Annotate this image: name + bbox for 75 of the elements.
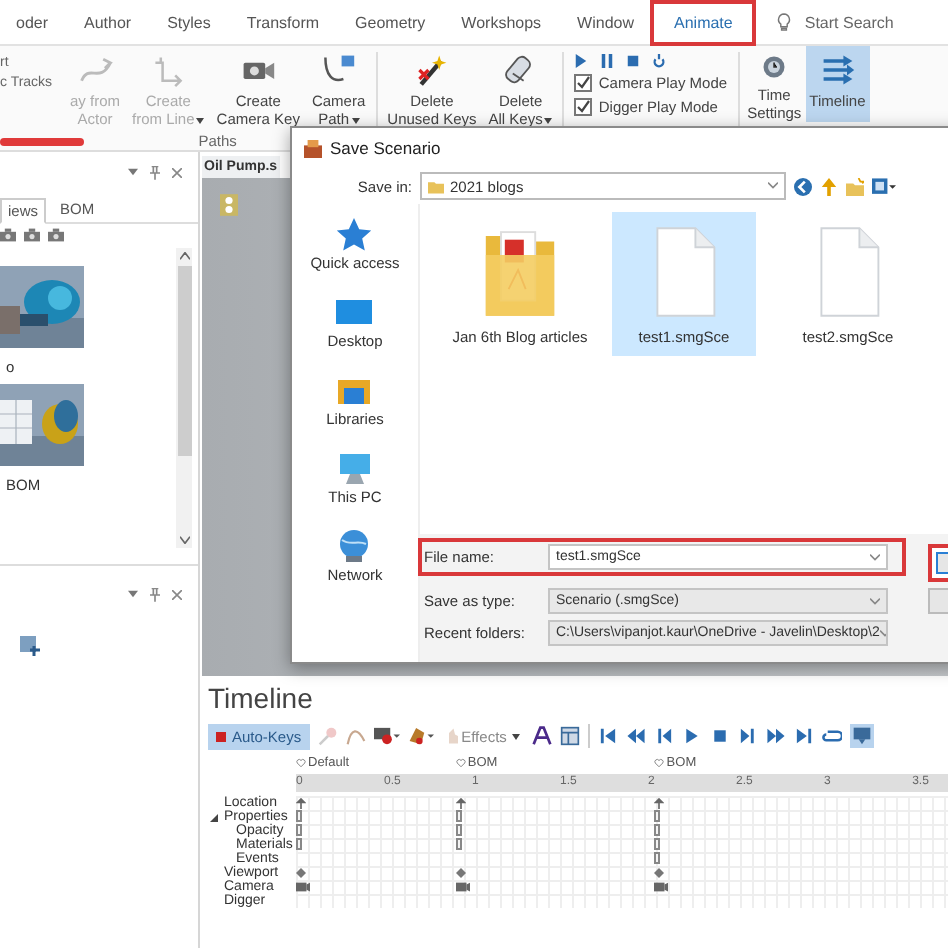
keyframe-diamond-icon[interactable]: [455, 868, 466, 878]
camera-icon[interactable]: [0, 228, 16, 242]
keyframe-camera-icon[interactable]: [654, 882, 669, 892]
keyframe-camera-icon[interactable]: [296, 882, 310, 892]
menu-tab[interactable]: Window: [561, 7, 650, 37]
chevron-icon: [768, 182, 778, 190]
lightbulb-icon: [776, 12, 793, 32]
menu-tab[interactable]: Animate: [654, 3, 753, 41]
computer-icon[interactable]: [334, 450, 375, 486]
menu-tab[interactable]: Transform: [230, 7, 336, 37]
pause-icon[interactable]: [600, 54, 615, 68]
arrows-icon: [819, 52, 856, 88]
playback-icon[interactable]: [738, 726, 759, 746]
dropdown-icon[interactable]: [128, 168, 138, 176]
wand-icon: [413, 52, 450, 88]
camera-icon[interactable]: [48, 228, 64, 242]
menu-tab[interactable]: Author: [68, 7, 148, 37]
star-icon[interactable]: [334, 216, 375, 252]
keyframe-camera-icon[interactable]: [455, 882, 470, 892]
playback-icon[interactable]: [654, 726, 675, 746]
chevron-icon: [870, 553, 880, 561]
keyframe-pin-icon[interactable]: [654, 798, 665, 810]
keyframe-pin-icon[interactable]: [455, 798, 466, 810]
menu-tab[interactable]: Geometry: [339, 7, 442, 37]
playback-icon[interactable]: [626, 726, 647, 746]
menu-tab[interactable]: oder: [0, 7, 65, 37]
view-menu-icon[interactable]: [872, 177, 896, 195]
add-item-icon[interactable]: [20, 636, 40, 656]
chevron-icon: [879, 629, 886, 637]
search-field[interactable]: Start Search: [800, 11, 929, 33]
loop-icon[interactable]: [652, 54, 667, 68]
scroll-up-icon[interactable]: [179, 252, 189, 260]
dropdown-icon[interactable]: [128, 590, 138, 598]
playback-icon[interactable]: [710, 726, 731, 746]
keyframe-diamond-icon[interactable]: [654, 868, 665, 878]
pin-icon[interactable]: [150, 587, 160, 601]
table-icon[interactable]: [560, 726, 581, 746]
close-icon[interactable]: [172, 167, 182, 177]
playback-icon[interactable]: [794, 726, 815, 746]
scrollbar[interactable]: [176, 248, 192, 548]
scenario-icon: [304, 139, 322, 157]
menu-tab[interactable]: Styles: [151, 7, 227, 37]
checkbox[interactable]: [574, 98, 593, 116]
filter-toggle[interactable]: [850, 724, 875, 748]
expand-triangle-icon[interactable]: [210, 814, 218, 822]
loop-icon[interactable]: [822, 726, 843, 746]
playback-icon[interactable]: [598, 726, 619, 746]
checkbox[interactable]: [574, 74, 593, 92]
hand-icon: [445, 728, 458, 744]
menu-tab[interactable]: Workshops: [445, 7, 558, 37]
back-icon[interactable]: [794, 177, 812, 195]
panel-title: Timeline: [208, 682, 315, 714]
record-icon[interactable]: [373, 726, 400, 746]
scroll-down-icon[interactable]: [179, 536, 189, 544]
heart-icon: [455, 758, 466, 768]
keyframe-pin-icon[interactable]: [296, 798, 306, 810]
dialog-title: Save Scenario: [330, 138, 441, 158]
heart-icon: [296, 758, 306, 768]
close-icon[interactable]: [172, 589, 182, 599]
heart-icon: [654, 758, 665, 768]
pin-icon[interactable]: [150, 165, 160, 179]
camera-icon[interactable]: [24, 228, 40, 242]
playback-icon[interactable]: [766, 726, 787, 746]
keyframe-diamond-icon[interactable]: [296, 868, 306, 878]
play-icon[interactable]: [574, 54, 589, 68]
paint-icon[interactable]: [407, 726, 434, 746]
folder-icon: [428, 179, 444, 193]
playback-icon[interactable]: [682, 726, 703, 746]
up-folder-icon[interactable]: [820, 177, 838, 195]
text-style-icon[interactable]: [532, 726, 553, 746]
annotation-arrow: [0, 138, 84, 146]
path-arrow-icon: [150, 52, 187, 88]
desktop-icon[interactable]: [334, 294, 375, 330]
stop-icon[interactable]: [626, 54, 641, 68]
chevron-icon: [870, 597, 880, 605]
